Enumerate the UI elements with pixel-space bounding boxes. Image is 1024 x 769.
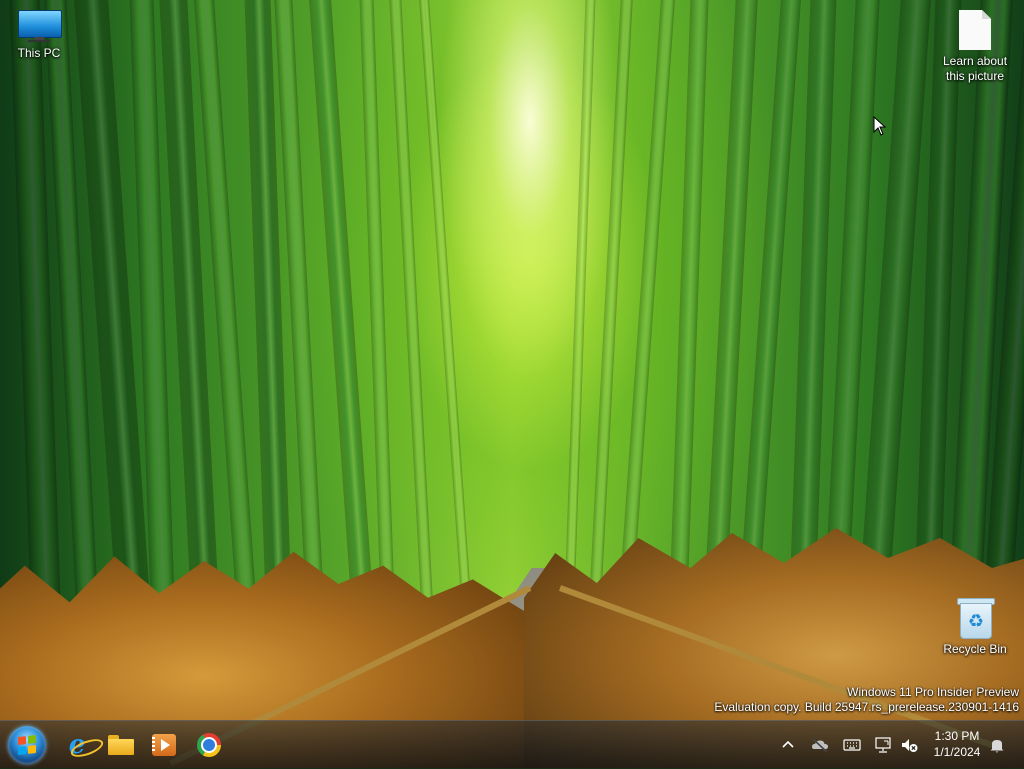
chrome-icon — [197, 733, 221, 757]
taskbar-media-player[interactable] — [148, 729, 180, 761]
document-icon — [959, 10, 991, 50]
desktop-icon-learn-about-this-picture[interactable]: Learn about this picture — [937, 10, 1013, 84]
desktop-icon-this-pc[interactable]: This PC — [1, 10, 77, 61]
taskbar-internet-explorer[interactable]: e — [61, 729, 106, 761]
desktop-icon-recycle-bin[interactable]: ♻ Recycle Bin — [937, 598, 1013, 657]
show-hidden-icons-button[interactable] — [778, 721, 798, 769]
tray-onedrive[interactable] — [809, 721, 831, 769]
media-player-icon — [152, 734, 176, 756]
tray-network[interactable] — [872, 721, 894, 769]
evaluation-watermark: Windows 11 Pro Insider Preview Evaluatio… — [714, 685, 1019, 715]
taskbar-clock[interactable]: 1:30 PM 1/1/2024 — [924, 728, 990, 760]
taskbar-file-explorer[interactable] — [105, 729, 137, 761]
desktop-wallpaper — [0, 0, 1024, 768]
watermark-edition: Windows 11 Pro Insider Preview — [847, 685, 1019, 699]
onedrive-offline-icon — [812, 738, 828, 753]
taskbar: e 1:30 PM 1/1/2024 — [0, 720, 1024, 769]
windows-logo-icon — [18, 735, 36, 755]
tray-touch-keyboard[interactable] — [841, 721, 863, 769]
desktop-icon-label: Recycle Bin — [943, 642, 1007, 656]
notification-bell-icon — [990, 740, 1004, 753]
watermark-build: Evaluation copy. Build 25947.rs_prerelea… — [714, 700, 1019, 714]
clock-time: 1:30 PM — [934, 729, 980, 743]
tray-notifications[interactable] — [986, 721, 1008, 769]
desktop-icon-label: This PC — [17, 46, 61, 60]
start-button[interactable] — [8, 726, 46, 764]
keyboard-icon — [843, 739, 861, 751]
recycle-bin-icon: ♻ — [957, 598, 995, 639]
volume-muted-icon — [902, 739, 918, 752]
clock-date: 1/1/2024 — [933, 745, 981, 759]
desktop-icon-label: Learn about this picture — [942, 54, 1008, 83]
bamboo-stalk — [563, 0, 597, 618]
tray-volume[interactable] — [898, 721, 920, 769]
network-icon — [875, 737, 891, 753]
taskbar-chrome[interactable] — [193, 729, 225, 761]
this-pc-icon — [18, 10, 62, 42]
mouse-pointer-icon — [873, 116, 887, 136]
internet-explorer-icon: e — [68, 730, 106, 761]
bamboo-stalk — [668, 0, 710, 619]
chevron-up-icon — [782, 740, 794, 748]
file-explorer-icon — [108, 735, 134, 755]
